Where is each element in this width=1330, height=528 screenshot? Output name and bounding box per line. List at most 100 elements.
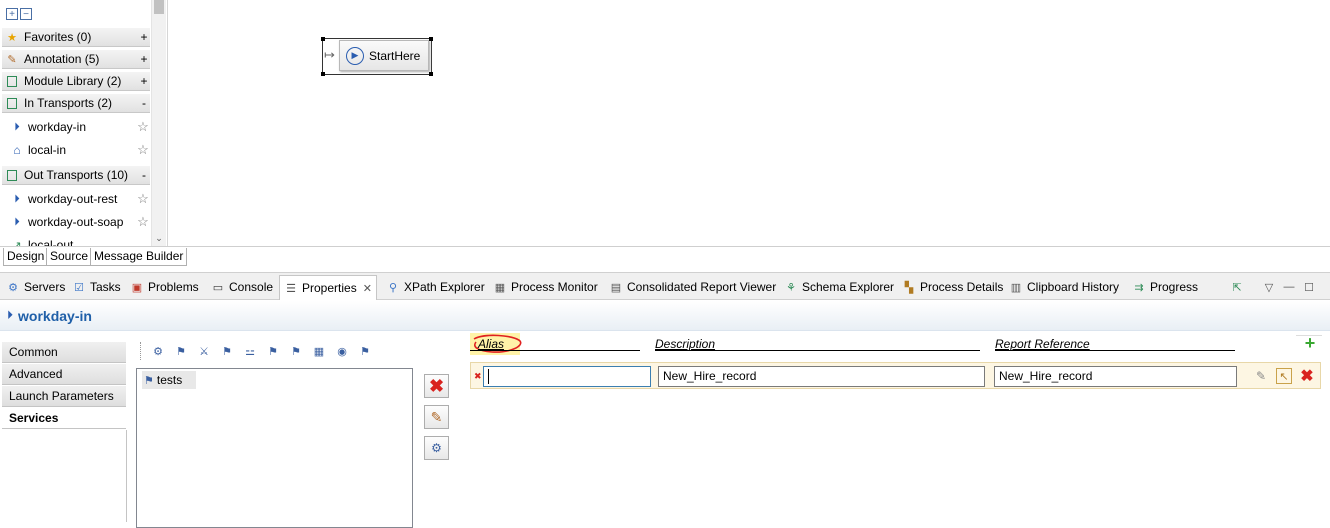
maximize-icon[interactable]: ☐ [1302,276,1320,298]
palette-group-annotation[interactable]: ✎ Annotation (5) + [2,50,150,69]
delete-row-icon[interactable]: ✖ [1298,367,1316,385]
expand-toggle[interactable]: + [138,30,150,44]
expand-toggle[interactable]: + [138,52,150,66]
divider [1296,335,1322,336]
tab-clipboard-history[interactable]: ▥ Clipboard History [1009,276,1119,298]
progress-icon: ⇉ [1134,281,1144,294]
start-node[interactable]: ↦ ▶ StartHere [321,37,433,76]
tab-progress[interactable]: ⇉ Progress [1132,276,1198,298]
column-underline [995,350,1235,351]
service-tool-icon[interactable]: ◉ [334,343,350,359]
tab-tasks[interactable]: ☑ Tasks [72,276,121,298]
select-reference-icon[interactable]: ↖ [1276,368,1292,384]
chevron-down-icon[interactable]: ⌄ [154,233,164,244]
properties-title: workday-in [18,307,92,324]
service-tool-icon[interactable]: ⚑ [288,343,304,359]
selection-handle[interactable] [321,37,325,41]
selection-handle[interactable] [429,37,433,41]
palette-item-label: local-in [28,143,67,157]
tab-label: Consolidated Report Viewer [627,280,777,294]
collapse-toggle[interactable]: - [138,168,150,182]
add-service-icon[interactable]: ⚙ [150,343,166,359]
report-reference-input[interactable]: New_Hire_record [994,366,1237,387]
tab-source[interactable]: Source [46,248,93,266]
tab-consolidated-report-viewer[interactable]: ▤ Consolidated Report Viewer [609,276,776,298]
palette-group-out-transports[interactable]: Out Transports (10) - [2,166,150,185]
service-tool-icon[interactable]: ▦ [311,343,327,359]
expand-toggle[interactable]: + [138,74,150,88]
palette-scrollbar[interactable]: ⌄ [151,0,166,246]
open-console-icon[interactable]: ⇱ [1230,276,1248,298]
palette-group-label: In Transports (2) [24,96,113,110]
service-tool-icon[interactable]: ⚑ [265,343,281,359]
column-header-report-reference[interactable]: Report Reference [995,337,1090,351]
palette-item-label: local-out [28,238,74,246]
play-arrow-icon: ⏵ [14,192,20,205]
favorite-star-icon[interactable]: ☆ [136,142,150,158]
column-header-alias[interactable]: Alias [478,337,504,351]
design-canvas[interactable] [168,0,1330,246]
text-cursor [488,369,489,384]
play-arrow-icon: ⏵ [7,308,14,322]
tab-label: Progress [1150,280,1199,294]
collapse-all-icon[interactable]: − [20,8,32,20]
clipboard-icon: ▥ [1010,281,1022,294]
collapse-toggle[interactable]: - [138,96,150,110]
properties-icon: ☰ [286,282,296,295]
tab-advanced[interactable]: Advanced [2,364,126,385]
palette-item-local-in[interactable]: ⌂ local-in ☆ [4,140,150,160]
open-service-button[interactable]: ⚙ [424,436,449,460]
tab-common[interactable]: Common [2,342,126,363]
tab-label: Servers [24,280,66,294]
alias-input[interactable] [483,366,651,387]
expand-all-icon[interactable]: + [6,8,18,20]
service-tool-icon[interactable]: ⚔ [196,343,212,359]
palette-item-local-out[interactable]: ↗ local-out [4,235,150,246]
tab-design[interactable]: Design [3,248,49,266]
description-input[interactable]: New_Hire_record [658,366,985,387]
service-tool-icon[interactable]: ⚑ [357,343,373,359]
selection-handle[interactable] [321,72,325,76]
palette-panel: + − ★ Favorites (0) + ✎ Annotation (5) +… [0,0,168,246]
tab-services[interactable]: Services [2,408,126,429]
column-header-description[interactable]: Description [655,337,715,351]
palette-group-module-library[interactable]: Module Library (2) + [2,72,150,91]
services-tree[interactable] [136,368,413,528]
delete-button[interactable]: ✖ [424,374,449,398]
service-tool-icon[interactable]: ⚑ [173,343,189,359]
tab-launch-parameters[interactable]: Launch Parameters [2,386,126,407]
tab-console[interactable]: ▭ Console [211,276,273,298]
palette-item-workday-in[interactable]: ⏵ workday-in ☆ [4,117,150,137]
minimize-icon[interactable]: — [1282,276,1300,298]
tab-problems[interactable]: ▣ Problems [130,276,199,298]
favorite-star-icon[interactable]: ☆ [136,214,150,230]
view-menu-icon[interactable]: ▽ [1262,276,1280,298]
service-tool-icon[interactable]: ⚑ [219,343,235,359]
tab-servers[interactable]: ⚙ Servers [6,276,65,298]
selection-handle[interactable] [429,72,433,76]
favorite-star-icon[interactable]: ☆ [136,119,150,135]
tab-xpath-explorer[interactable]: ⚲ XPath Explorer [386,276,485,298]
palette-item-label: workday-in [28,120,87,134]
tab-schema-explorer[interactable]: ⚘ Schema Explorer [784,276,894,298]
palette-item-workday-out-rest[interactable]: ⏵ workday-out-rest ☆ [4,189,150,209]
start-node-body[interactable]: ▶ StartHere [339,40,429,71]
play-arrow-icon: ⏵ [14,215,20,228]
tab-message-builder[interactable]: Message Builder [90,248,188,266]
tab-process-details[interactable]: ▚ Process Details [902,276,1004,298]
tab-process-monitor[interactable]: ▦ Process Monitor [493,276,598,298]
palette-group-in-transports[interactable]: In Transports (2) - [2,94,150,113]
close-icon[interactable]: ✕ [363,282,372,295]
favorite-star-icon[interactable]: ☆ [136,191,150,207]
tab-properties[interactable]: ☰ Properties ✕ [279,275,377,300]
add-row-icon[interactable]: + [1300,333,1320,353]
palette-item-workday-out-soap[interactable]: ⏵ workday-out-soap ☆ [4,212,150,232]
tabs-divider [126,430,127,522]
edit-button[interactable]: ✎ [424,405,449,429]
scrollbar-thumb[interactable] [154,0,164,14]
eraser-icon[interactable]: ✎ [1253,368,1269,384]
palette-group-favorites[interactable]: ★ Favorites (0) + [2,28,150,47]
service-tool-icon[interactable]: ⚍ [242,343,258,359]
tree-item-tests[interactable]: ⚑ tests [142,371,196,389]
pencil-icon: ✎ [7,53,17,66]
